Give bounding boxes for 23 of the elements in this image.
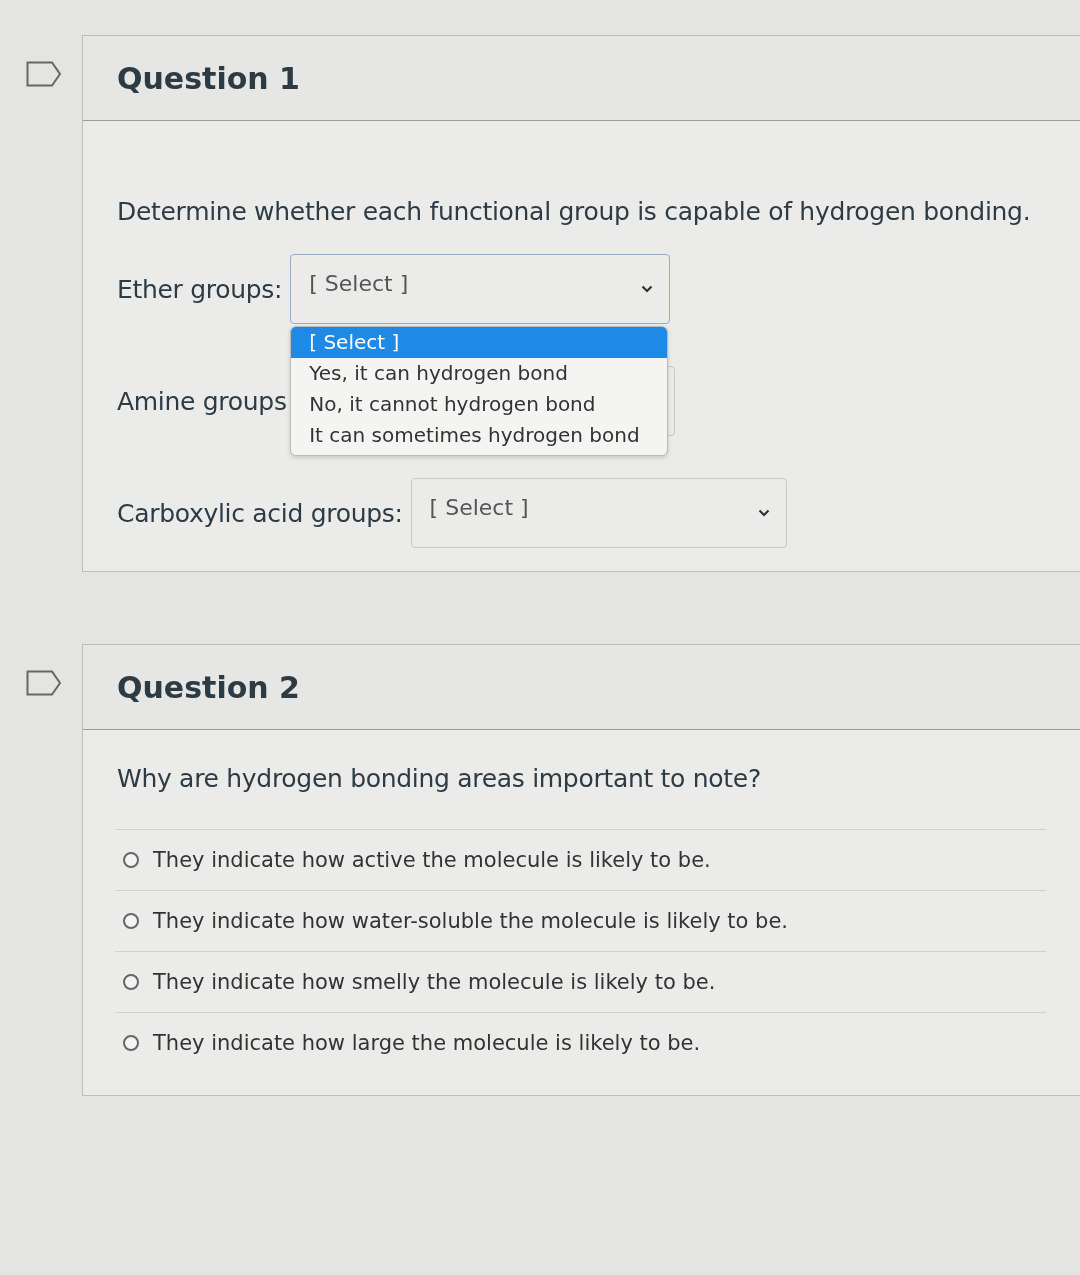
answer-text: They indicate how large the molecule is likely to be.	[153, 1031, 701, 1055]
answer-text: They indicate how smelly the molecule is likely to be.	[153, 970, 716, 994]
dropdown-option[interactable]: No, it cannot hydrogen bond	[291, 389, 668, 420]
question-title: Question 1	[117, 60, 300, 96]
question-text: Why are hydrogen bonding areas important to note?	[117, 764, 762, 793]
flag-outline-icon	[26, 61, 62, 87]
radio-button[interactable]	[123, 974, 139, 990]
answer-text: They indicate how water-soluble the molecule is likely to be.	[153, 909, 789, 933]
dropdown-option[interactable]: Yes, it can hydrogen bond	[291, 358, 668, 389]
radio-button[interactable]	[123, 1035, 139, 1051]
answer-text: They indicate how active the molecule is likely to be.	[153, 848, 711, 872]
dropdown-option[interactable]: It can sometimes hydrogen bond	[291, 420, 668, 451]
question-title: Question 2	[117, 669, 300, 705]
flag-outline-icon	[26, 670, 62, 696]
field-label: Carboxylic acid groups:	[117, 498, 403, 528]
select-dropdown[interactable]: [ Select ]	[410, 478, 787, 548]
field-label: Amine groups	[117, 386, 287, 416]
field-label: Ether groups:	[117, 274, 283, 304]
radio-button[interactable]	[123, 852, 139, 868]
radio-button[interactable]	[123, 913, 139, 929]
question-text: Determine whether each functional group is capable of hydrogen bonding.	[117, 197, 1032, 226]
select-dropdown[interactable]: [ Select ]	[290, 254, 671, 324]
dropdown-option[interactable]: [ Select ]	[291, 327, 668, 358]
